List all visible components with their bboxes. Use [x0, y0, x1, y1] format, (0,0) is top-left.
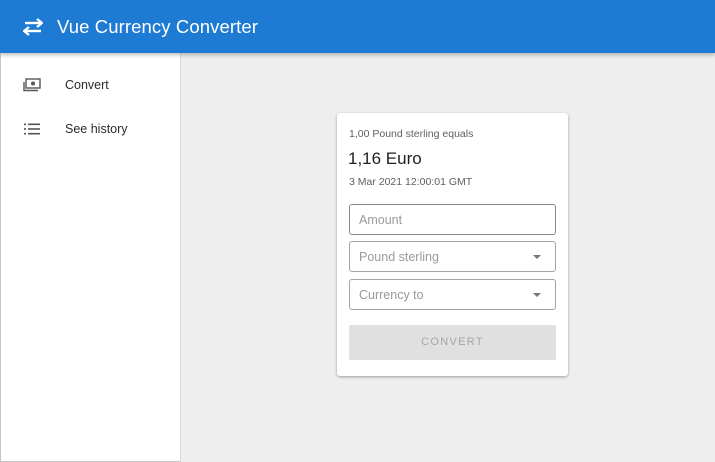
chevron-down-icon — [533, 293, 541, 297]
list-icon — [23, 120, 41, 138]
rate-caption: 1,00 Pound sterling equals — [349, 128, 474, 140]
to-currency-select[interactable]: Currency to — [349, 279, 556, 310]
sidebar-item-convert[interactable]: Convert — [1, 65, 181, 105]
sidebar: Convert See history — [0, 53, 181, 462]
amount-input[interactable] — [350, 205, 555, 234]
chevron-down-icon — [533, 255, 541, 259]
rate-value: 1,16 Euro — [348, 149, 422, 168]
to-currency-placeholder: Currency to — [359, 288, 424, 302]
app-root: Vue Currency Converter Convert See histo… — [0, 0, 715, 462]
sidebar-item-history[interactable]: See history — [1, 109, 181, 149]
from-currency-value: Pound sterling — [359, 250, 439, 264]
rate-timestamp: 3 Mar 2021 12:00:01 GMT — [349, 176, 473, 188]
app-bar: Vue Currency Converter — [0, 0, 715, 53]
convert-button[interactable]: CONVERT — [349, 325, 556, 360]
swap-horizontal-icon — [21, 15, 45, 39]
sidebar-item-label: Convert — [65, 78, 109, 92]
app-title: Vue Currency Converter — [57, 15, 258, 37]
cash-icon — [23, 76, 41, 94]
converter-card: 1,00 Pound sterling equals 1,16 Euro 3 M… — [337, 113, 568, 376]
sidebar-item-label: See history — [65, 122, 128, 136]
amount-field-container — [349, 204, 556, 235]
from-currency-select[interactable]: Pound sterling — [349, 241, 556, 272]
